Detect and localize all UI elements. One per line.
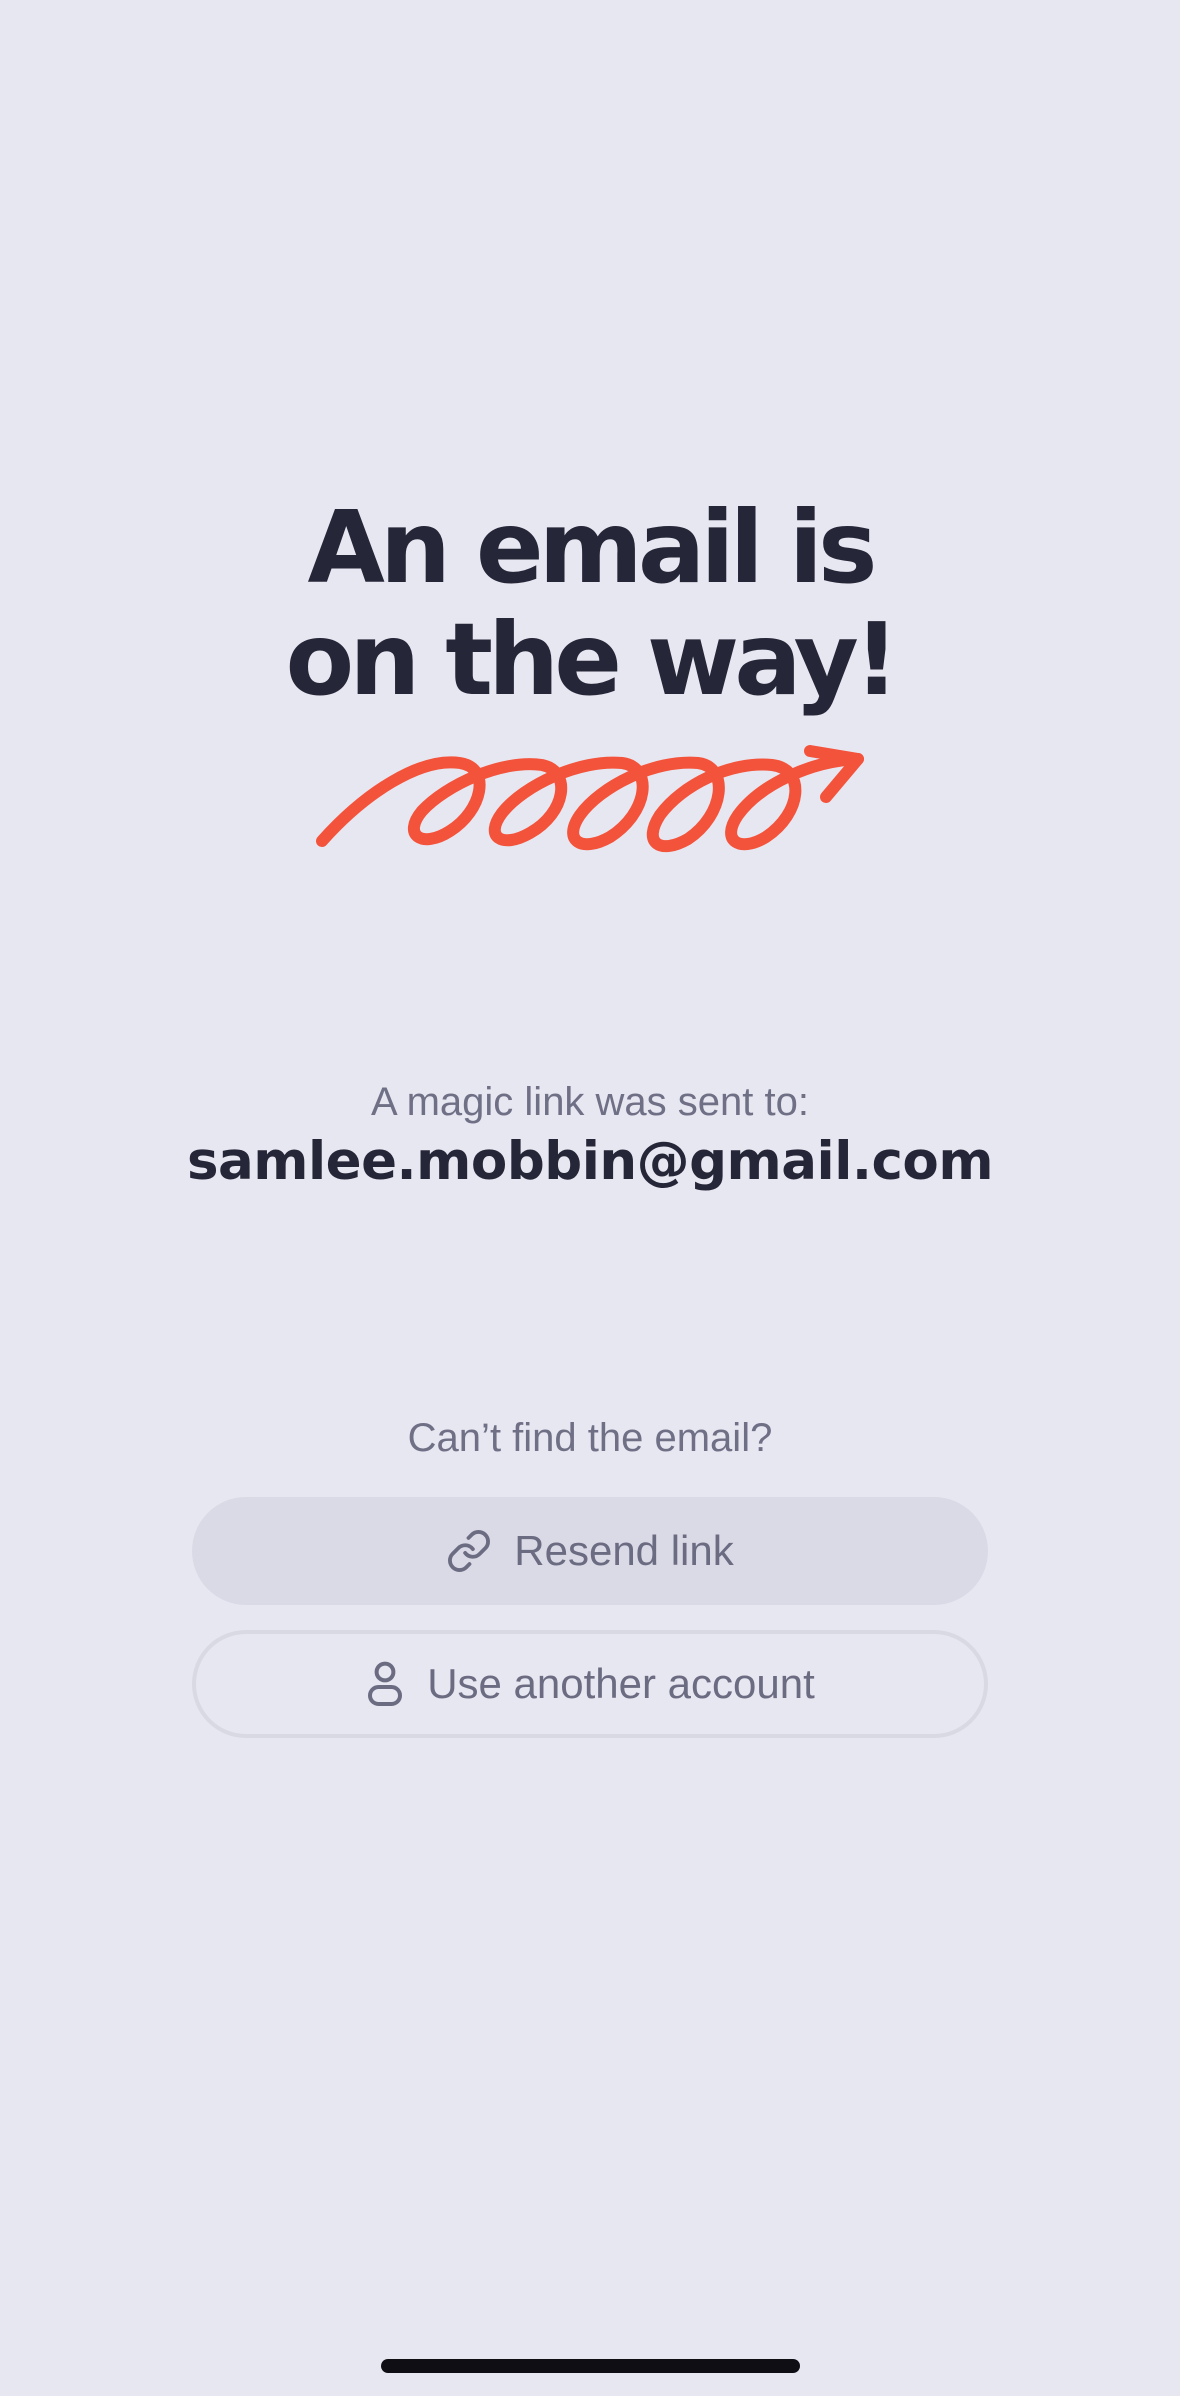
user-icon: [365, 1660, 405, 1708]
email-address: samlee.mobbin@gmail.com: [186, 1131, 994, 1192]
home-indicator[interactable]: [381, 2359, 800, 2373]
page-title: An email is on the way!: [0, 492, 1180, 716]
resend-link-label: Resend link: [514, 1527, 734, 1574]
page-title-line-2: on the way!: [285, 601, 900, 718]
page-title-line-1: An email is: [307, 489, 877, 606]
squiggle-arrow-icon: [316, 745, 864, 853]
resend-link-button[interactable]: Resend link: [192, 1497, 988, 1605]
use-another-account-label: Use another account: [427, 1660, 815, 1707]
cant-find-prompt: Can’t find the email?: [407, 1416, 773, 1460]
link-icon: [446, 1528, 492, 1574]
use-another-account-button[interactable]: Use another account: [192, 1630, 988, 1738]
sent-to-label: A magic link was sent to:: [371, 1080, 809, 1124]
